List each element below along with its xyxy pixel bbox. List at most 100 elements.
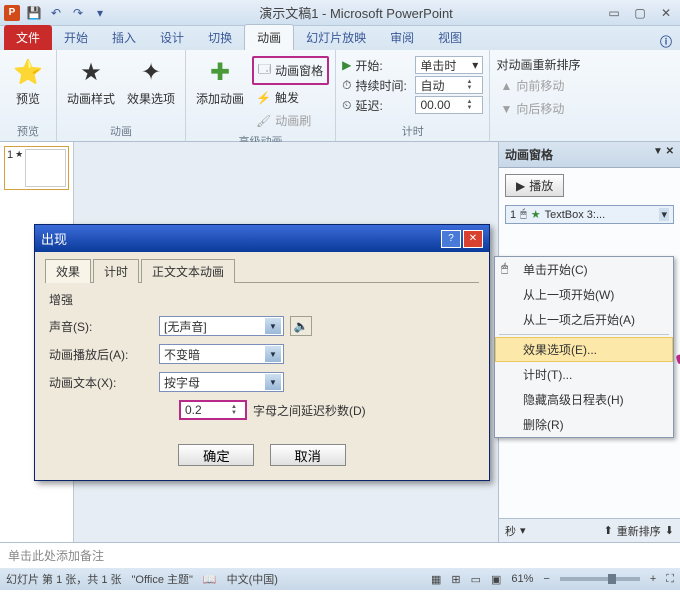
star-icon: ★ (75, 56, 107, 88)
dropdown-arrow-icon: ▼ (265, 374, 281, 390)
view-normal-icon[interactable]: ▦ (431, 573, 441, 586)
effect-options-button[interactable]: ✦ 效果选项 (123, 52, 179, 111)
dialog-tab-text[interactable]: 正文文本动画 (141, 259, 235, 283)
animate-text-select[interactable]: 按字母 ▼ (159, 372, 284, 392)
anim-styles-label: 动画样式 (67, 90, 115, 107)
ribbon: ⭐ 预览 预览 ★ 动画样式 ✦ 效果选项 动画 ✚ 添加动画 (0, 50, 680, 142)
play-button[interactable]: ▶ 播放 (505, 174, 564, 197)
after-anim-select[interactable]: 不变暗 ▼ (159, 344, 284, 364)
trigger-label: 触发 (275, 89, 299, 106)
dialog-close-button[interactable]: ✕ (463, 230, 483, 248)
footer-up-icon[interactable]: ⬆ (604, 524, 613, 537)
footer-down-icon[interactable]: ⬇ (665, 524, 674, 537)
maximize-button[interactable]: ▢ (630, 5, 650, 21)
cancel-button[interactable]: 取消 (270, 444, 346, 466)
item-text: TextBox 3:... (545, 209, 606, 221)
item-dropdown-icon[interactable]: ▾ (659, 208, 669, 221)
effect-options-icon: ✦ (135, 56, 167, 88)
zoom-slider[interactable] (560, 577, 640, 581)
zoom-level[interactable]: 61% (511, 573, 533, 585)
animation-painter-button[interactable]: 🖌 动画刷 (252, 110, 329, 131)
tab-slideshow[interactable]: 幻灯片放映 (294, 25, 378, 50)
text-value: 按字母 (164, 374, 200, 391)
minimize-button[interactable]: ▭ (604, 5, 624, 21)
duration-input[interactable]: 自动 ▲▼ (415, 76, 483, 94)
menu-on-click[interactable]: 🖱 单击开始(C) (495, 257, 673, 282)
move-earlier-label: 向前移动 (516, 77, 564, 94)
preview-button[interactable]: ⭐ 预览 (6, 52, 50, 111)
after-anim-label: 动画播放后(A): (49, 346, 159, 363)
close-button[interactable]: ✕ (656, 5, 676, 21)
menu-after-previous[interactable]: 从上一项之后开始(A) (495, 307, 673, 332)
trigger-button[interactable]: ⚡ 触发 (252, 87, 329, 108)
animation-context-menu: 🖱 单击开始(C) 从上一项开始(W) 从上一项之后开始(A) 效果选项(E).… (494, 256, 674, 438)
undo-icon[interactable]: ↶ (48, 5, 64, 21)
delay-icon: ⏲ (342, 98, 351, 113)
letter-delay-value: 0.2 (185, 403, 202, 417)
seconds-dropdown[interactable]: ▾ (520, 524, 526, 537)
fit-icon[interactable]: ⛶ (666, 573, 674, 586)
menu-hide-timeline[interactable]: 隐藏高级日程表(H) (495, 387, 673, 412)
delay-input[interactable]: 00.00 ▲▼ (415, 96, 483, 114)
animation-list-item[interactable]: 1 🖱 ★ TextBox 3:... ▾ (505, 205, 674, 224)
down-arrow-icon: ▼ (500, 102, 512, 116)
letter-delay-input[interactable]: 0.2 ▲▼ (179, 400, 247, 420)
tab-view[interactable]: 视图 (426, 25, 474, 50)
notes-pane[interactable]: 单击此处添加备注 (0, 542, 680, 568)
dialog-help-button[interactable]: ? (441, 230, 461, 248)
add-anim-label: 添加动画 (196, 90, 244, 107)
animation-styles-button[interactable]: ★ 动画样式 (63, 52, 119, 111)
dialog-tab-timing[interactable]: 计时 (93, 259, 139, 283)
tab-transitions[interactable]: 切换 (196, 25, 244, 50)
reorder-label: 重新排序 (617, 523, 661, 539)
view-reading-icon[interactable]: ▭ (471, 573, 481, 586)
duration-label: 持续时间: (355, 77, 411, 94)
sound-select[interactable]: [无声音] ▼ (159, 316, 284, 336)
slide-thumb-1[interactable]: 1 ★ (4, 146, 69, 190)
redo-icon[interactable]: ↷ (70, 5, 86, 21)
menu-with-previous[interactable]: 从上一项开始(W) (495, 282, 673, 307)
tab-animations[interactable]: 动画 (244, 24, 294, 50)
help-icon[interactable]: ⓘ (660, 33, 672, 50)
tab-insert[interactable]: 插入 (100, 25, 148, 50)
group-timing-label: 计时 (342, 121, 483, 141)
menu-remove[interactable]: 删除(R) (495, 412, 673, 437)
speaker-icon[interactable]: 🔈 (290, 316, 312, 336)
thumb-number: 1 (7, 149, 13, 187)
menu-separator (499, 334, 669, 335)
clock-icon: ⏱ (342, 78, 351, 93)
zoom-out-icon[interactable]: − (543, 573, 549, 585)
move-later-button[interactable]: ▼ 向后移动 (496, 98, 580, 119)
start-select[interactable]: 单击时▾ (415, 56, 483, 74)
ribbon-tabs: 文件 开始 插入 设计 切换 动画 幻灯片放映 审阅 视图 ⓘ (0, 26, 680, 50)
reorder-label: 对动画重新排序 (496, 56, 580, 73)
menu-effect-options[interactable]: 效果选项(E)... (495, 337, 673, 362)
add-animation-button[interactable]: ✚ 添加动画 (192, 52, 248, 111)
ok-button[interactable]: 确定 (178, 444, 254, 466)
play-icon: ▶ (342, 58, 351, 72)
anim-pane-label: 动画窗格 (275, 62, 323, 79)
tab-home[interactable]: 开始 (52, 25, 100, 50)
pane-close-icon[interactable]: ▼ ✕ (653, 146, 674, 163)
animation-pane-button[interactable]: 🗔 动画窗格 (252, 56, 329, 85)
spellcheck-icon[interactable]: 📖 (203, 573, 217, 586)
tab-file[interactable]: 文件 (4, 25, 52, 50)
move-earlier-button[interactable]: ▲ 向前移动 (496, 75, 580, 96)
pane-icon: 🗔 (258, 60, 271, 81)
dialog-tab-effect[interactable]: 效果 (45, 259, 91, 283)
language-indicator[interactable]: 中文(中国) (227, 571, 278, 587)
title-bar: P 💾 ↶ ↷ ▾ 演示文稿1 - Microsoft PowerPoint ▭… (0, 0, 680, 26)
preview-label: 预览 (16, 90, 40, 107)
app-icon: P (4, 5, 20, 21)
delay-value: 00.00 (420, 98, 450, 112)
delay-suffix-label: 字母之间延迟秒数(D) (253, 402, 366, 419)
window-title: 演示文稿1 - Microsoft PowerPoint (108, 3, 604, 22)
view-slideshow-icon[interactable]: ▣ (491, 573, 501, 586)
tab-design[interactable]: 设计 (148, 25, 196, 50)
view-sorter-icon[interactable]: ⊞ (451, 573, 460, 586)
zoom-in-icon[interactable]: + (650, 573, 656, 585)
menu-timing[interactable]: 计时(T)... (495, 362, 673, 387)
save-icon[interactable]: 💾 (26, 5, 42, 21)
tab-review[interactable]: 审阅 (378, 25, 426, 50)
qat-dropdown-icon[interactable]: ▾ (92, 5, 108, 21)
